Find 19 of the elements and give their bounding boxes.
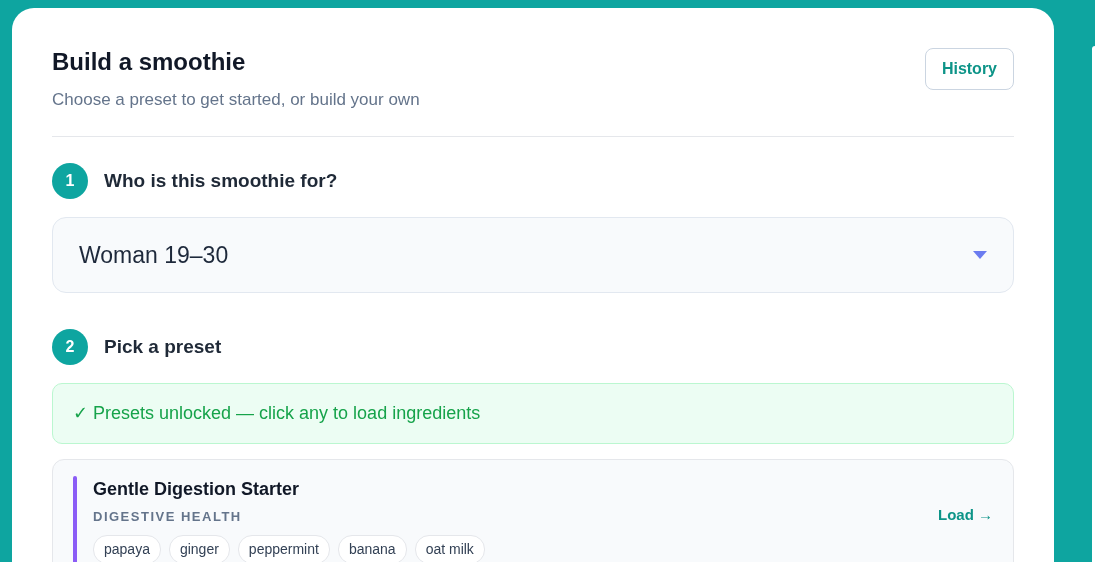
preset-name: Gentle Digestion Starter <box>93 478 301 502</box>
load-link[interactable]: Load → <box>938 503 993 527</box>
step-title: Pick a preset <box>104 335 222 360</box>
preset-category: DIGESTIVE HEALTH <box>93 508 242 527</box>
preset-card[interactable]: Gentle Digestion Starter DIGESTIVE HEALTH Load → papaya ginger peppermint banana oat milk <box>52 459 1014 562</box>
step-title: Who is this smoothie for? <box>104 169 338 194</box>
ingredient-tag: oat milk <box>414 534 485 562</box>
history-button[interactable]: History <box>924 48 1014 90</box>
step-number: 1 <box>52 163 88 200</box>
ingredient-tag: papaya <box>93 534 161 562</box>
success-notice: ✓ Presets unlocked — click any to load ingredients <box>52 383 1014 445</box>
ingredient-tag: peppermint <box>237 534 330 562</box>
ingredient-tag: ginger <box>168 534 230 562</box>
page-subtitle: Choose a preset to get started, or build your own <box>52 88 420 111</box>
caret-icon <box>973 251 987 260</box>
page-title: Build a smoothie <box>52 48 247 77</box>
step-number: 2 <box>52 329 88 366</box>
ingredient-tag: banana <box>337 534 407 562</box>
audience-select[interactable]: Woman 19–30 <box>52 217 1014 294</box>
